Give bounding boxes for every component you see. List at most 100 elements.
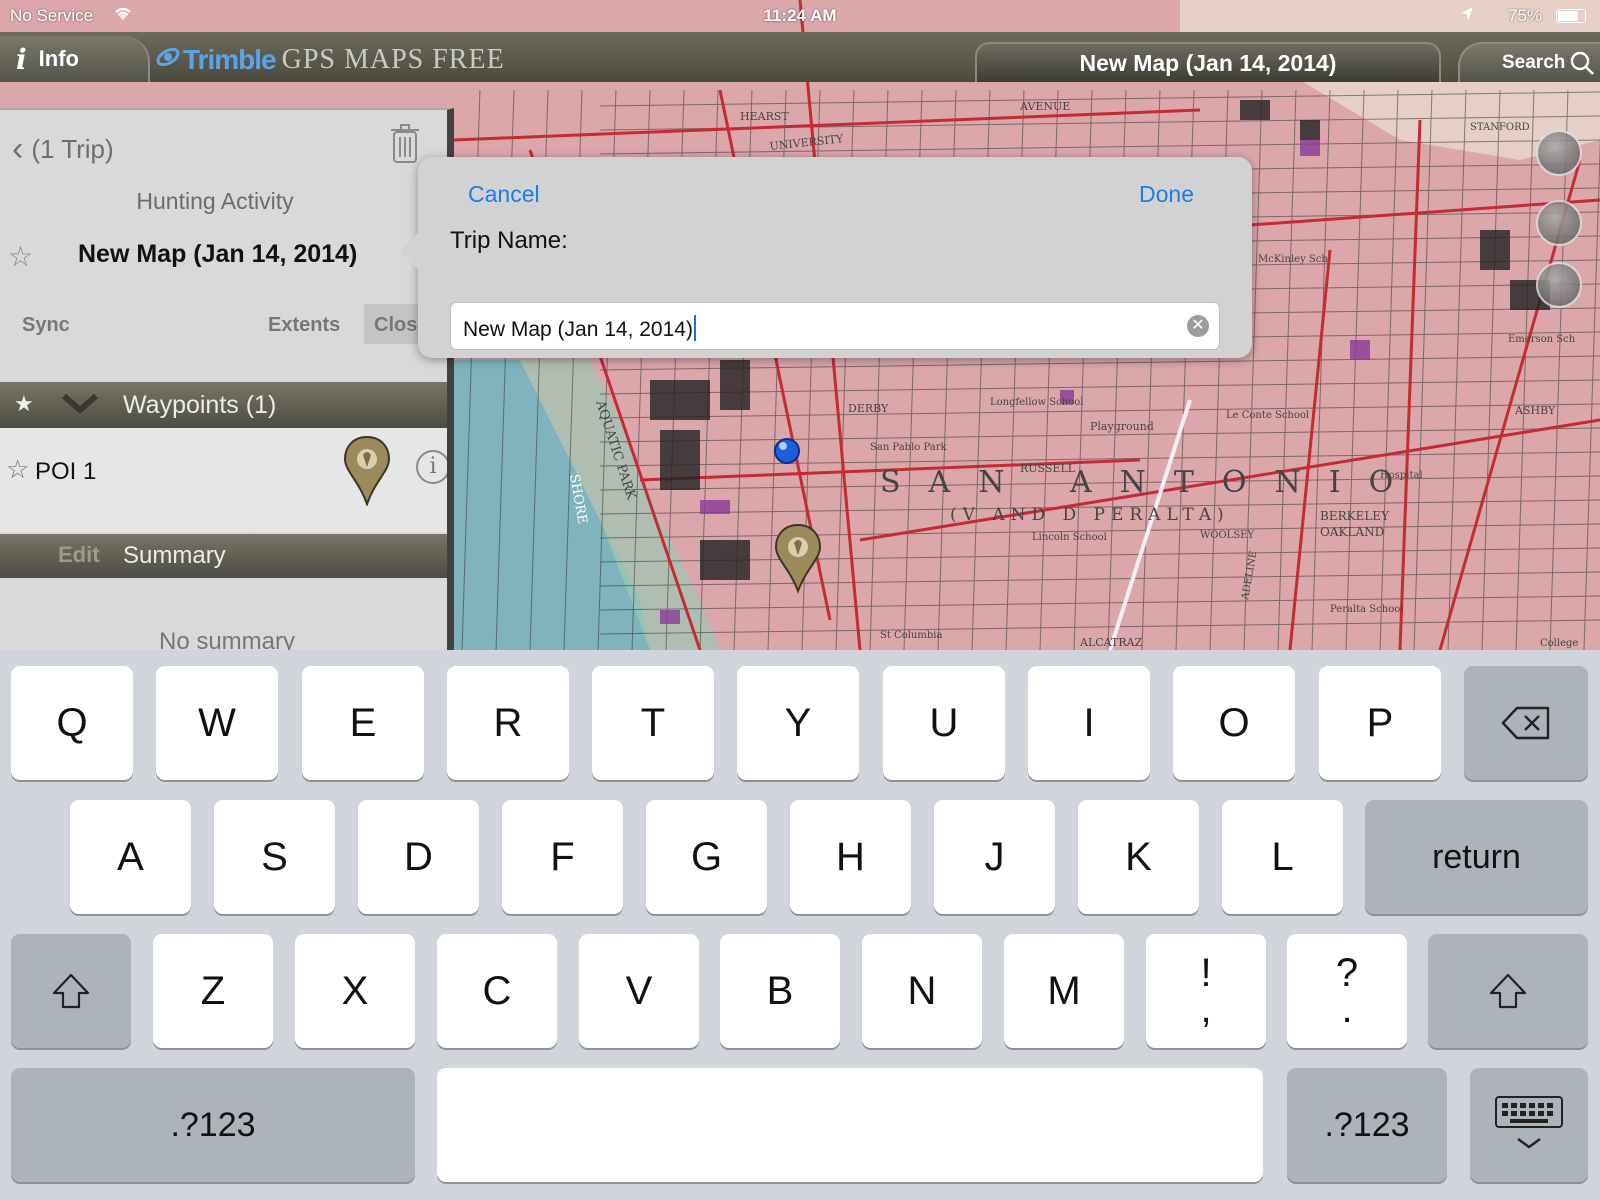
map-label-san-pablo-park: San Pablo Park [870, 442, 947, 453]
trip-name-input[interactable]: New Map (Jan 14, 2014) ✕ [450, 302, 1220, 350]
street-line [1481, 89, 1501, 650]
map-waypoint-pin[interactable] [774, 523, 822, 594]
trip-name-value: New Map (Jan 14, 2014) [463, 318, 693, 341]
key-g[interactable]: G [646, 800, 767, 914]
backspace-key[interactable] [1464, 666, 1588, 780]
map-label-berkeley: BERKELEY [1320, 509, 1390, 523]
summary-header-label: Summary [123, 542, 226, 569]
add-waypoint-icon[interactable] [1536, 262, 1582, 308]
map-title-tab[interactable]: New Map (Jan 14, 2014) [975, 42, 1441, 82]
map-label-oakland: OAKLAND [1320, 525, 1384, 539]
app-logo: Trimble GPS MAPS FREE [155, 40, 505, 80]
extents-button[interactable]: Extents [268, 314, 340, 337]
map-label-longfellow-school: Longfellow School [990, 397, 1083, 408]
info-button-label: Info [38, 46, 79, 71]
map-label-russell: RUSSELL [1020, 462, 1076, 475]
street-line [1379, 89, 1399, 650]
trip-name-popover: Cancel Done Trip Name: New Map (Jan 14, … [400, 157, 1252, 358]
map-label-college: College [1540, 638, 1578, 649]
trip-map-name: New Map (Jan 14, 2014) [78, 240, 358, 268]
key-exclaim-comma[interactable]: ! , [1146, 934, 1266, 1048]
key-u[interactable]: U [883, 666, 1005, 780]
key-r[interactable]: R [447, 666, 569, 780]
key-l[interactable]: L [1222, 800, 1343, 914]
key-k[interactable]: K [1078, 800, 1199, 914]
sync-button[interactable]: Sync [22, 314, 70, 337]
shift-key-right[interactable] [1428, 934, 1588, 1048]
location-arrow-icon [1460, 6, 1474, 27]
keyboard-dismiss-icon [1495, 1096, 1563, 1149]
summary-text: No summary [158, 628, 296, 650]
map-label-peralta-school: Peralta School [1330, 604, 1403, 615]
map-label-st-columbia: St Columbia [880, 630, 942, 641]
summary-edit-button[interactable]: Edit [58, 542, 100, 568]
search-button[interactable]: Search [1458, 42, 1600, 82]
info-button[interactable]: i Info [0, 36, 150, 82]
key-y[interactable]: Y [737, 666, 859, 780]
key-i[interactable]: I [1028, 666, 1150, 780]
trip-name-label: Trip Name: [450, 227, 568, 254]
key-m[interactable]: M [1004, 934, 1124, 1048]
battery-icon [1556, 9, 1586, 23]
popover-arrow [400, 233, 418, 269]
key-z[interactable]: Z [153, 934, 273, 1048]
rail-line [1108, 399, 1192, 650]
numbers-key-right[interactable]: .?123 [1287, 1068, 1447, 1182]
locate-me-icon[interactable] [1536, 200, 1582, 246]
map-label-lincoln-school: Lincoln School [1032, 532, 1107, 543]
cancel-button[interactable]: Cancel [468, 181, 540, 208]
street-line [1583, 136, 1600, 650]
key-v[interactable]: V [579, 934, 699, 1048]
shift-key-left[interactable] [11, 934, 131, 1048]
key-c[interactable]: C [437, 934, 557, 1048]
key-a[interactable]: A [70, 800, 191, 914]
waypoints-header-label: Waypoints (1) [123, 391, 277, 419]
key-o[interactable]: O [1173, 666, 1295, 780]
key-x[interactable]: X [295, 934, 415, 1048]
map-label-playground: Playground [1090, 420, 1154, 433]
key-d[interactable]: D [358, 800, 479, 914]
key-e[interactable]: E [302, 666, 424, 780]
key-q[interactable]: Q [11, 666, 133, 780]
list-item[interactable]: ☆ POI 1 i [0, 428, 447, 532]
key-p[interactable]: P [1319, 666, 1441, 780]
clock: 11:24 AM [763, 6, 837, 25]
key-j[interactable]: J [934, 800, 1055, 914]
street-line [1345, 89, 1365, 650]
info-icon: i [16, 42, 27, 76]
current-location-marker[interactable] [774, 438, 800, 464]
status-bar: No Service 11:24 AM 75% [0, 0, 1600, 32]
map-label-san-antonio: SAN ANTONIO [880, 465, 1421, 500]
key-b[interactable]: B [720, 934, 840, 1048]
search-button-label: Search [1502, 52, 1566, 73]
numbers-key-left[interactable]: .?123 [11, 1068, 415, 1182]
map-label-mckinley-sch: McKinley Sch [1258, 254, 1328, 265]
done-button[interactable]: Done [1139, 181, 1194, 208]
waypoints-header[interactable]: ★ Waypoints (1) [0, 382, 447, 428]
key-h[interactable]: H [790, 800, 911, 914]
fullscreen-toggle-icon[interactable] [1536, 130, 1582, 176]
street-line [1277, 89, 1297, 650]
map-label-le-conte-school: Le Conte School [1226, 410, 1309, 421]
key-w[interactable]: W [156, 666, 278, 780]
star-filled-icon: ★ [14, 391, 34, 416]
favorite-star-icon[interactable]: ☆ [8, 240, 33, 273]
return-key[interactable]: return [1365, 800, 1588, 914]
waypoint-name: POI 1 [35, 458, 97, 485]
key-s[interactable]: S [214, 800, 335, 914]
trash-icon[interactable] [390, 124, 420, 169]
space-key[interactable] [437, 1068, 1263, 1182]
battery-level-fill [1558, 11, 1578, 21]
dismiss-keyboard-key[interactable] [1470, 1068, 1588, 1182]
waypoint-info-icon[interactable]: i [416, 450, 447, 484]
key-n[interactable]: N [862, 934, 982, 1048]
chevron-left-icon: ‹ [12, 130, 24, 168]
key-t[interactable]: T [592, 666, 714, 780]
backspace-icon [1501, 706, 1550, 740]
map-label-hearst: HEARST [740, 110, 789, 123]
back-button[interactable]: ‹ (1 Trip) [12, 130, 114, 169]
key-f[interactable]: F [502, 800, 623, 914]
key-question-period[interactable]: ? . [1287, 934, 1407, 1048]
star-outline-icon[interactable]: ☆ [6, 454, 29, 485]
clear-text-icon[interactable]: ✕ [1187, 315, 1209, 337]
